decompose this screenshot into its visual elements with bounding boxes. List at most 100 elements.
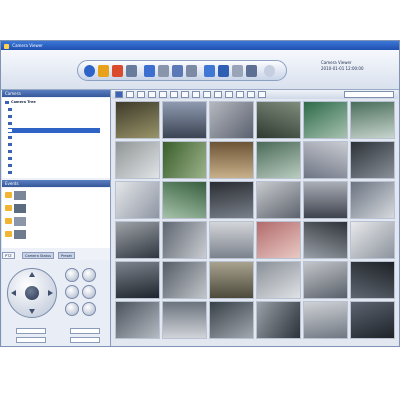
preset-field[interactable] [70, 328, 100, 334]
camera-view-tile[interactable] [115, 181, 160, 219]
camera-view-tile[interactable] [256, 301, 301, 339]
event-list[interactable] [2, 188, 110, 248]
tree-item[interactable] [8, 114, 14, 119]
camera-view-tile[interactable] [115, 221, 160, 259]
tab-preset[interactable]: Preset [58, 252, 75, 259]
arrow-right-icon[interactable] [48, 290, 53, 296]
list-item[interactable] [4, 190, 108, 201]
tree-item[interactable] [8, 121, 14, 126]
tools-icon[interactable] [126, 65, 137, 77]
camera-view-tile[interactable] [303, 141, 348, 179]
camera-view-tile[interactable] [162, 181, 207, 219]
layout-select[interactable] [344, 91, 394, 98]
home-icon[interactable] [84, 65, 95, 77]
list-item[interactable] [4, 203, 108, 214]
layout-wide-button[interactable] [192, 91, 200, 98]
iris-close-button[interactable] [82, 302, 96, 316]
iris-open-button[interactable] [65, 302, 79, 316]
layout-custom-button[interactable] [181, 91, 189, 98]
list-item[interactable] [4, 229, 108, 240]
settings-icon[interactable] [246, 65, 257, 77]
record-icon[interactable] [98, 65, 109, 77]
tree-item[interactable] [8, 163, 14, 168]
camera-view-tile[interactable] [162, 101, 207, 139]
camera-view-tile[interactable] [350, 181, 395, 219]
tab-ptz[interactable]: PTZ [2, 252, 15, 259]
key-icon[interactable] [232, 65, 243, 77]
tree-item[interactable] [8, 156, 14, 161]
layout-split-button[interactable] [203, 91, 211, 98]
camera-view-tile[interactable] [256, 141, 301, 179]
camera-view-tile[interactable] [303, 261, 348, 299]
camera-view-tile[interactable] [162, 221, 207, 259]
list-item[interactable] [4, 216, 108, 227]
camera-view-tile[interactable] [303, 301, 348, 339]
camera-icon[interactable] [158, 65, 169, 77]
focus-far-button[interactable] [82, 285, 96, 299]
tab-camera-status[interactable]: Camera Status [22, 252, 55, 259]
ptz-center-button[interactable] [25, 286, 39, 300]
layout-record-button[interactable] [258, 91, 266, 98]
search-icon[interactable] [172, 65, 183, 77]
help-icon[interactable] [264, 65, 275, 77]
speed-field[interactable] [16, 328, 46, 334]
user-icon[interactable] [218, 65, 229, 77]
layout-4x4-button[interactable] [148, 91, 156, 98]
pattern-field[interactable] [70, 337, 100, 343]
layout-sequence-button[interactable] [236, 91, 244, 98]
tree-item[interactable] [8, 170, 14, 175]
camera-view-tile[interactable] [162, 261, 207, 299]
focus-near-button[interactable] [65, 285, 79, 299]
camera-view-tile[interactable] [209, 221, 254, 259]
network-icon[interactable] [204, 65, 215, 77]
layout-1x1-button[interactable] [115, 91, 123, 98]
camera-view-tile[interactable] [256, 261, 301, 299]
camera-view-tile[interactable] [303, 221, 348, 259]
tour-field[interactable] [16, 337, 46, 343]
camera-tree[interactable]: Camera Tree [2, 98, 110, 178]
camera-view-tile[interactable] [350, 101, 395, 139]
layout-3x3-button[interactable] [137, 91, 145, 98]
camera-view-tile[interactable] [115, 101, 160, 139]
layout-6x6-button[interactable] [170, 91, 178, 98]
camera-view-tile[interactable] [350, 221, 395, 259]
camera-view-tile[interactable] [350, 301, 395, 339]
arrow-up-icon[interactable] [29, 272, 35, 277]
arrow-left-icon[interactable] [11, 290, 16, 296]
camera-view-tile[interactable] [350, 261, 395, 299]
camera-view-tile[interactable] [209, 181, 254, 219]
layout-5x5-button[interactable] [159, 91, 167, 98]
camera-view-tile[interactable] [256, 101, 301, 139]
monitor-icon[interactable] [144, 65, 155, 77]
camera-view-tile[interactable] [256, 181, 301, 219]
camera-view-tile[interactable] [209, 141, 254, 179]
camera-view-tile[interactable] [256, 221, 301, 259]
camera-view-tile[interactable] [209, 301, 254, 339]
playback-icon[interactable] [186, 65, 197, 77]
camera-view-tile[interactable] [209, 101, 254, 139]
tree-root[interactable]: Camera Tree [5, 100, 36, 105]
camera-view-tile[interactable] [350, 141, 395, 179]
camera-view-tile[interactable] [162, 301, 207, 339]
camera-view-tile[interactable] [303, 181, 348, 219]
layout-quad-button[interactable] [214, 91, 222, 98]
tree-item[interactable] [8, 149, 14, 154]
camera-view-tile[interactable] [303, 101, 348, 139]
layout-2x2-button[interactable] [126, 91, 134, 98]
tree-item-selected[interactable] [8, 128, 100, 133]
tree-item[interactable] [8, 142, 14, 147]
ptz-direction-pad[interactable] [7, 268, 57, 318]
camera-view-tile[interactable] [115, 261, 160, 299]
layout-fullscreen-button[interactable] [225, 91, 233, 98]
tree-item[interactable] [8, 135, 14, 140]
camera-view-tile[interactable] [115, 141, 160, 179]
arrow-down-icon[interactable] [29, 309, 35, 314]
camera-view-tile[interactable] [162, 141, 207, 179]
zoom-in-button[interactable] [65, 268, 79, 282]
camera-view-tile[interactable] [115, 301, 160, 339]
tree-item[interactable] [8, 107, 14, 112]
zoom-out-button[interactable] [82, 268, 96, 282]
camera-view-tile[interactable] [209, 261, 254, 299]
layout-snapshot-button[interactable] [247, 91, 255, 98]
alarm-icon[interactable] [112, 65, 123, 77]
